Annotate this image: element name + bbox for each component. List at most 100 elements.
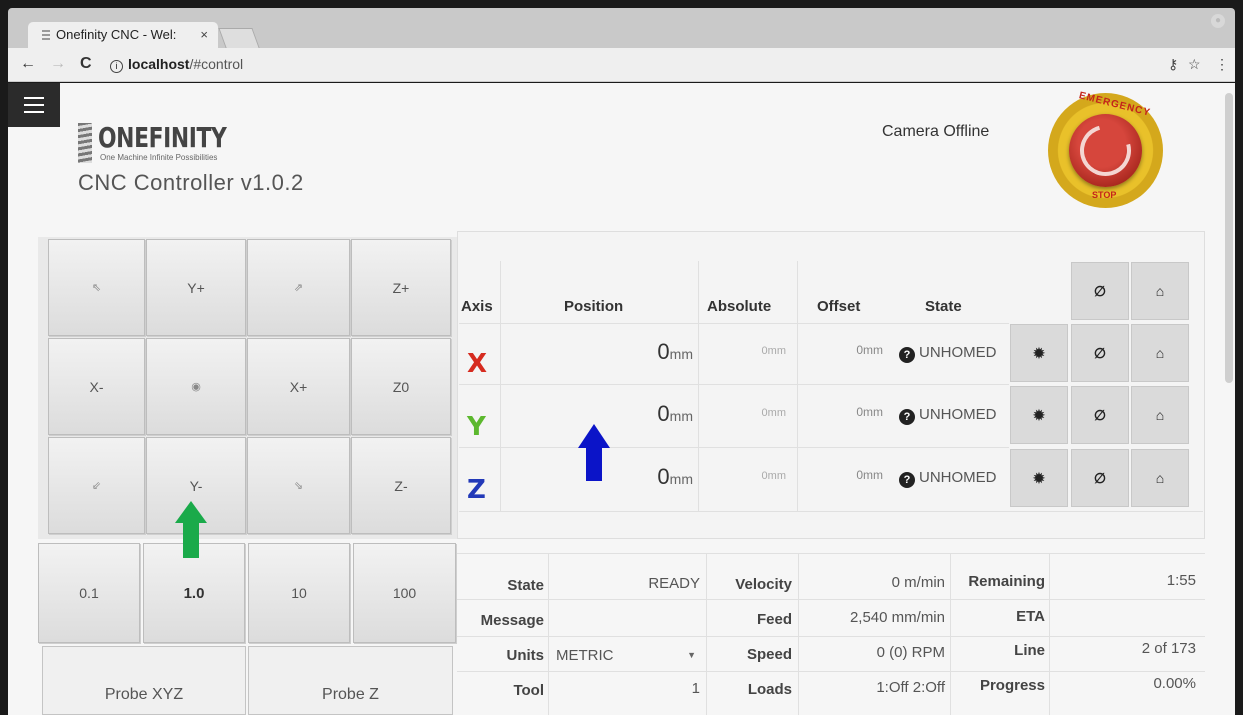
y-zero-button[interactable]: ∅ xyxy=(1071,386,1129,444)
emergency-stop-button[interactable]: EMERGENCY STOP xyxy=(1048,90,1163,208)
state-value: READY xyxy=(648,575,700,592)
x-settings-button[interactable]: ✹ xyxy=(1010,324,1068,382)
help-icon[interactable]: ? xyxy=(899,347,915,363)
position-column-header: Position xyxy=(564,298,624,315)
x-absolute-value: 0mm xyxy=(761,345,786,357)
x-axis-label: X xyxy=(467,349,488,379)
velocity-value: 0 m/min xyxy=(891,574,945,591)
y-state-value: ? UNHOMED xyxy=(899,406,997,425)
message-label: Message xyxy=(480,612,544,629)
progress-label: Progress xyxy=(979,677,1045,694)
step-0-1-button[interactable]: 0.1 xyxy=(38,543,140,643)
offset-column-header: Offset xyxy=(817,298,861,315)
eta-label: ETA xyxy=(1016,608,1045,625)
back-arrow-icon[interactable]: ← xyxy=(20,55,36,73)
feed-label: Feed xyxy=(756,611,792,628)
y-settings-button[interactable]: ✹ xyxy=(1010,386,1068,444)
speed-value: 0 (0) RPM xyxy=(876,644,945,661)
x-state-value: ? UNHOMED xyxy=(899,344,997,363)
logo-mark xyxy=(78,123,92,163)
progress-value: 0.00% xyxy=(1153,675,1196,692)
estop-red-button[interactable] xyxy=(1069,114,1142,187)
y-absolute-value: 0mm xyxy=(761,407,786,419)
address-bar[interactable]: i localhost/#control xyxy=(110,53,1200,77)
page-scrollbar[interactable] xyxy=(1225,93,1233,383)
blue-annotation-arrow-shaft xyxy=(586,447,602,481)
bookmark-star-icon[interactable]: ☆ xyxy=(1188,56,1201,73)
logo-word: ONEFINITY xyxy=(98,121,227,154)
z-absolute-value: 0mm xyxy=(761,470,786,482)
jog-diagonal-down-left-button[interactable]: ⇙ xyxy=(48,437,145,534)
loads-value: 1:Off 2:Off xyxy=(876,679,945,696)
jog-z-minus-button[interactable]: Z- xyxy=(351,437,451,534)
camera-status: Camera Offline xyxy=(882,123,990,140)
z-state-value: ? UNHOMED xyxy=(899,469,997,488)
dropdown-arrow-icon: ▼ xyxy=(687,650,696,660)
speed-label: Speed xyxy=(746,646,792,663)
line-value: 2 of 173 xyxy=(1141,640,1196,657)
z-settings-button[interactable]: ✹ xyxy=(1010,449,1068,507)
browser-tab[interactable]: Onefinity CNC - Wel: × xyxy=(28,22,218,48)
x-position-value: 0mm xyxy=(657,339,693,364)
x-zero-button[interactable]: ∅ xyxy=(1071,324,1129,382)
tab-title: Onefinity CNC - Wel: xyxy=(56,27,177,42)
blue-annotation-arrow-head xyxy=(578,424,610,448)
z-axis-label: Z xyxy=(467,475,486,505)
info-icon[interactable]: i xyxy=(110,60,123,73)
zero-all-button[interactable]: ∅ xyxy=(1071,262,1129,320)
url-path: /#control xyxy=(189,56,244,72)
key-icon[interactable]: ⚷ xyxy=(1168,56,1178,73)
jog-diagonal-up-right-button[interactable]: ⇗ xyxy=(247,239,350,336)
jog-diagonal-up-left-button[interactable]: ⇖ xyxy=(48,239,145,336)
help-icon[interactable]: ? xyxy=(899,409,915,425)
step-1-0-button[interactable]: 1.0 xyxy=(143,543,245,643)
y-offset-value: 0mm xyxy=(856,405,883,419)
home-all-button[interactable]: ⌂ xyxy=(1131,262,1189,320)
new-tab-button[interactable] xyxy=(218,28,260,48)
probe-xyz-button[interactable]: Probe XYZ xyxy=(42,646,246,715)
line-label: Line xyxy=(1014,642,1045,659)
units-select[interactable]: METRIC ▼ xyxy=(556,647,700,664)
x-home-button[interactable]: ⌂ xyxy=(1131,324,1189,382)
page-content: ONEFINITY One Machine Infinite Possibili… xyxy=(8,83,1235,715)
z-offset-value: 0mm xyxy=(856,468,883,482)
reload-icon[interactable]: C xyxy=(80,55,92,73)
jog-x-plus-button[interactable]: X+ xyxy=(247,338,350,435)
absolute-column-header: Absolute xyxy=(707,298,772,315)
tool-label: Tool xyxy=(513,682,544,699)
jog-x-minus-button[interactable]: X- xyxy=(48,338,145,435)
browser-tab-bar: Onefinity CNC - Wel: × ● xyxy=(8,8,1235,48)
hamburger-menu-icon[interactable] xyxy=(8,83,60,127)
jog-diagonal-down-right-button[interactable]: ⇘ xyxy=(247,437,350,534)
state-column-header: State xyxy=(925,298,962,315)
y-axis-label: Y xyxy=(467,412,486,442)
feed-value: 2,540 mm/min xyxy=(849,609,945,626)
z-zero-button[interactable]: ∅ xyxy=(1071,449,1129,507)
jog-z-plus-button[interactable]: Z+ xyxy=(351,239,451,336)
menu-dots-icon[interactable]: ⋮ xyxy=(1215,56,1229,73)
z-zero-button[interactable]: Z0 xyxy=(351,338,451,435)
jog-y-plus-button[interactable]: Y+ xyxy=(146,239,246,336)
remaining-label: Remaining xyxy=(968,573,1045,590)
z-home-button[interactable]: ⌂ xyxy=(1131,449,1189,507)
step-100-button[interactable]: 100 xyxy=(353,543,456,643)
estop-reset-icon xyxy=(1070,115,1141,186)
browser-toolbar: ← → C i localhost/#control ⚷ ☆ ⋮ xyxy=(8,48,1235,82)
tool-value: 1 xyxy=(691,680,700,697)
profile-icon[interactable]: ● xyxy=(1211,14,1225,28)
step-10-button[interactable]: 10 xyxy=(248,543,350,643)
estop-label-bottom: STOP xyxy=(1092,190,1117,200)
state-label: State xyxy=(507,577,544,594)
jog-pad: ⇖ Y+ ⇗ Z+ X- ◉ X+ Z0 ⇙ Y- ⇘ Z- xyxy=(38,237,458,539)
green-annotation-arrow-shaft xyxy=(183,522,199,558)
axis-column-header: Axis xyxy=(461,298,493,315)
close-tab-icon[interactable]: × xyxy=(200,27,208,42)
help-icon[interactable]: ? xyxy=(899,472,915,488)
forward-arrow-icon[interactable]: → xyxy=(50,55,66,73)
page-title: CNC Controller v1.0.2 xyxy=(78,170,304,195)
jog-center-button[interactable]: ◉ xyxy=(146,338,246,435)
probe-z-button[interactable]: Probe Z xyxy=(248,646,453,715)
x-offset-value: 0mm xyxy=(856,343,883,357)
url-host: localhost xyxy=(128,56,190,72)
y-home-button[interactable]: ⌂ xyxy=(1131,386,1189,444)
